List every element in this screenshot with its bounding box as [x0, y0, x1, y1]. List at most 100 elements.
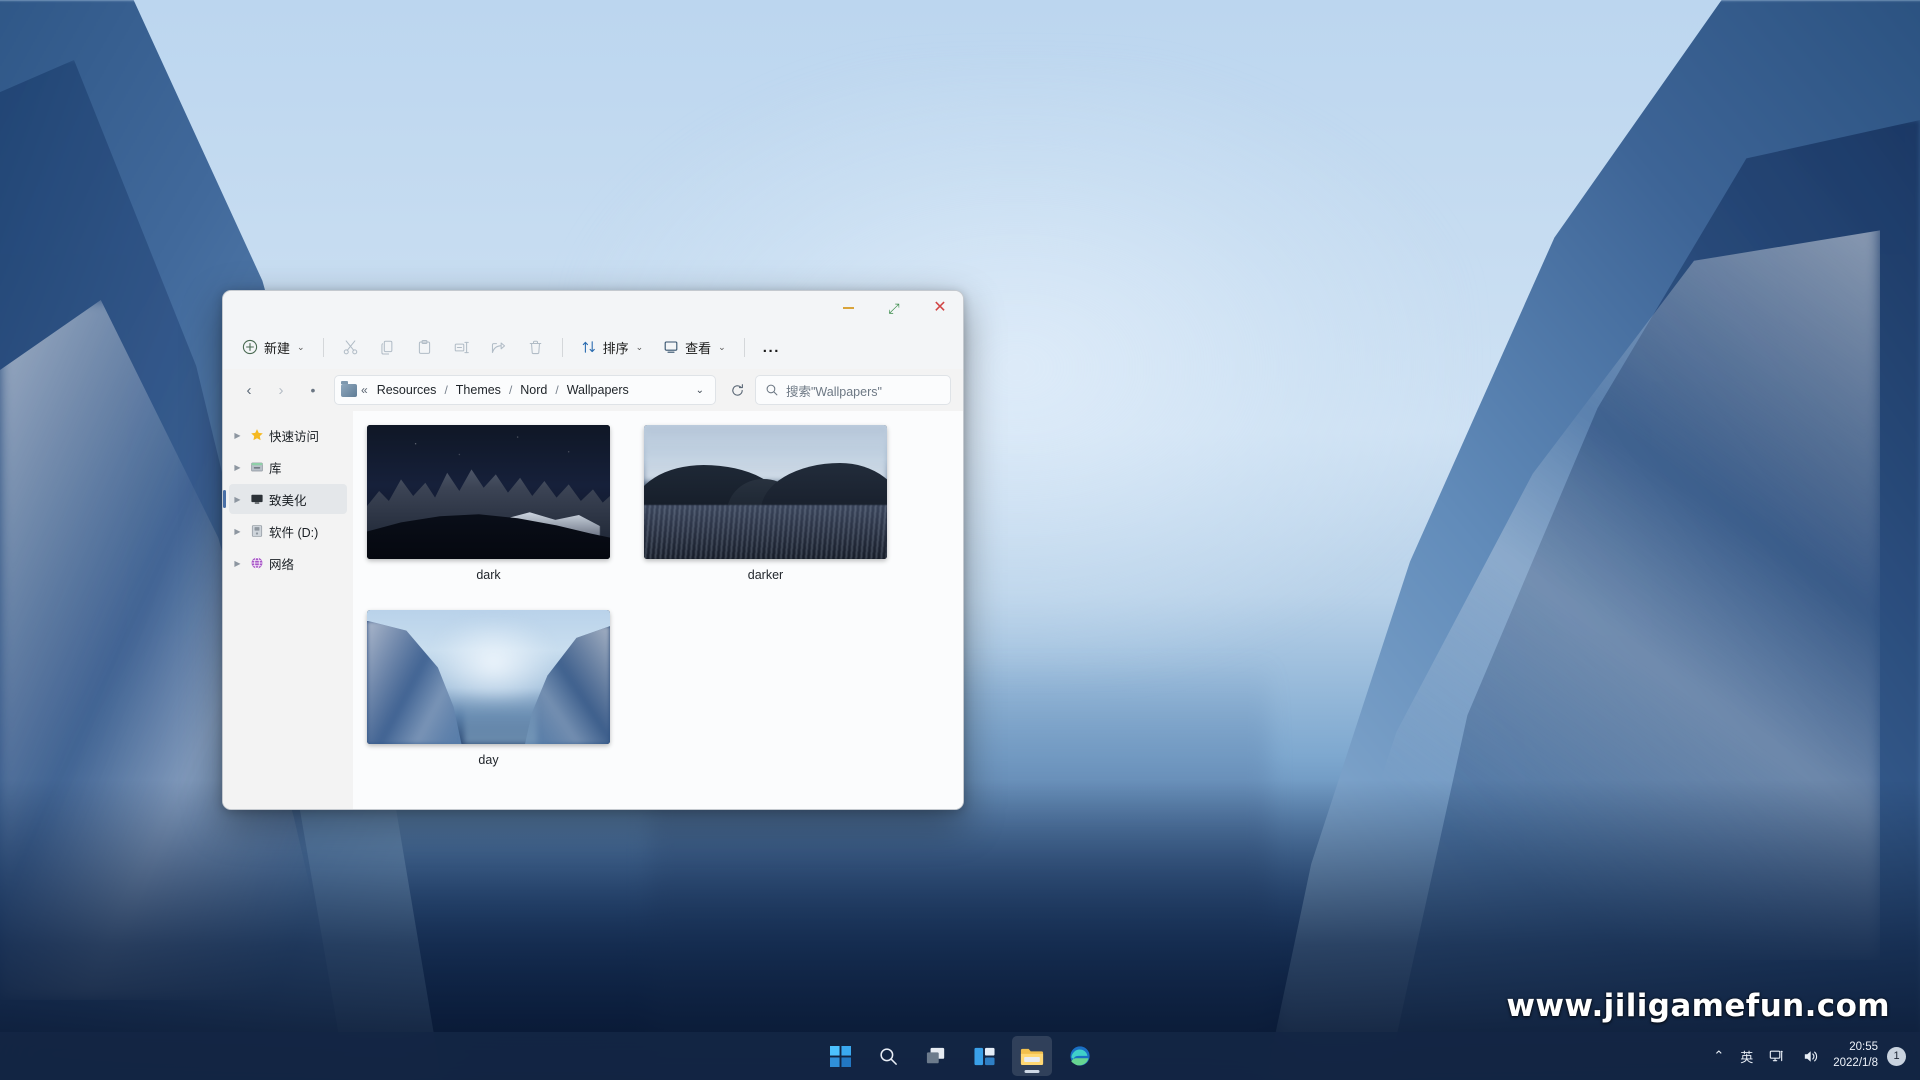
- network-globe-icon: [249, 556, 264, 571]
- up-button[interactable]: •: [299, 376, 327, 404]
- sort-button[interactable]: 排序 ⌄: [572, 331, 653, 363]
- search-button[interactable]: [868, 1036, 908, 1076]
- thumbnail-art-dark: [367, 425, 610, 559]
- file-name-label: darker: [747, 568, 784, 582]
- sidebar-item-quick-access[interactable]: ▶ 快速访问: [229, 420, 347, 450]
- view-button[interactable]: 查看 ⌄: [654, 331, 735, 363]
- toolbar-divider-2: [561, 337, 563, 357]
- refresh-button[interactable]: [723, 376, 751, 404]
- file-item-day[interactable]: day: [367, 610, 610, 767]
- notification-badge[interactable]: 1: [1887, 1046, 1906, 1066]
- command-toolbar[interactable]: 新建 ⌄ 排序 ⌄ 查看 ⌄ ...: [223, 325, 963, 369]
- volume-icon: [1805, 1050, 1818, 1062]
- breadcrumb-item-wallpapers[interactable]: Wallpapers: [562, 381, 634, 399]
- forward-button[interactable]: ›: [267, 376, 295, 404]
- grass-field: [644, 505, 887, 559]
- file-thumbnail: [644, 425, 887, 559]
- chevron-right-icon[interactable]: ▶: [231, 495, 244, 504]
- network-button[interactable]: [1761, 1036, 1794, 1076]
- breadcrumb-bar[interactable]: « Resources / Themes / Nord / Wallpapers…: [334, 375, 716, 405]
- clock-time: 20:55: [1849, 1041, 1878, 1054]
- paste-button[interactable]: [407, 331, 442, 363]
- breadcrumb-separator: /: [555, 383, 559, 397]
- task-view-icon: [926, 1047, 945, 1064]
- back-button[interactable]: ‹: [235, 376, 263, 404]
- star-icon: [249, 428, 264, 443]
- valley-mist: [435, 620, 552, 704]
- clock-button[interactable]: 20:55 2022/1/8: [1827, 1040, 1887, 1072]
- breadcrumb-item-resources[interactable]: Resources: [372, 381, 442, 399]
- file-item-dark[interactable]: dark: [367, 425, 610, 582]
- sidebar-item-library[interactable]: ▶ 库: [229, 452, 347, 482]
- chevron-up-icon: ⌃: [1713, 1048, 1725, 1063]
- refresh-icon: [731, 383, 743, 396]
- delete-button[interactable]: [518, 331, 553, 363]
- chevron-down-icon: ⌄: [718, 341, 726, 352]
- file-name-label: day: [478, 753, 499, 767]
- breadcrumb-overflow-icon[interactable]: «: [359, 383, 370, 397]
- ime-label: 英: [1740, 1049, 1754, 1065]
- address-bar-row[interactable]: ‹ › • « Resources / Themes / Nord / Wall…: [223, 369, 963, 411]
- copy-button[interactable]: [370, 331, 405, 363]
- chevron-right-icon[interactable]: ▶: [231, 559, 244, 568]
- taskbar[interactable]: ⌃ 英 20:55 2022/1/8 1: [0, 1032, 1920, 1080]
- search-box[interactable]: 搜索"Wallpapers": [755, 375, 951, 405]
- start-button[interactable]: [820, 1036, 860, 1076]
- monitor-view-icon: [663, 339, 679, 355]
- file-thumbnail: [367, 425, 610, 559]
- folder-icon: [1020, 1048, 1044, 1065]
- edge-button[interactable]: [1060, 1036, 1100, 1076]
- sort-button-label: 排序: [602, 340, 629, 356]
- navigation-pane[interactable]: ▶ 快速访问 ▶ 库 ▶ 致美化 ▶ 软件 (D:) ▶ 网络: [223, 411, 353, 809]
- share-button[interactable]: [481, 331, 516, 363]
- ellipsis-icon: ...: [762, 338, 780, 356]
- cut-button[interactable]: [333, 331, 368, 363]
- chevron-right-icon[interactable]: ▶: [231, 431, 244, 440]
- rename-button[interactable]: [444, 331, 479, 363]
- widgets-button[interactable]: [964, 1036, 1004, 1076]
- task-view-button[interactable]: [916, 1036, 956, 1076]
- window-title-bar[interactable]: ⤢ ✕: [223, 291, 963, 325]
- taskbar-apps: [820, 1036, 1100, 1076]
- close-button[interactable]: ✕: [917, 291, 963, 325]
- clock-date: 2022/1/8: [1833, 1057, 1878, 1069]
- breadcrumb-item-themes[interactable]: Themes: [451, 381, 506, 399]
- ime-indicator[interactable]: 英: [1732, 1036, 1761, 1076]
- sidebar-item-label: 网络: [269, 557, 295, 572]
- up-icon: •: [310, 382, 316, 398]
- breadcrumb-dropdown-icon[interactable]: ⌄: [691, 385, 709, 396]
- chevron-right-icon[interactable]: ▶: [231, 527, 244, 536]
- tray-expand-button[interactable]: ⌃: [1705, 1036, 1732, 1076]
- edge-icon: [1070, 1046, 1090, 1066]
- toolbar-divider: [322, 337, 324, 357]
- volume-button[interactable]: [1794, 1036, 1827, 1076]
- breadcrumb-separator: /: [444, 383, 448, 397]
- sort-arrows-icon: [581, 339, 597, 355]
- maximize-button[interactable]: ⤢: [871, 291, 917, 325]
- new-button[interactable]: 新建 ⌄: [233, 331, 314, 363]
- thumbnail-art-day: [367, 610, 610, 744]
- sidebar-item-software-d[interactable]: ▶ 软件 (D:): [229, 516, 347, 546]
- chevron-down-icon: ⌄: [297, 341, 305, 352]
- sidebar-item-label: 软件 (D:): [269, 525, 319, 540]
- rename-icon: [453, 339, 470, 356]
- file-explorer-button[interactable]: [1012, 1036, 1052, 1076]
- chevron-right-icon[interactable]: ▶: [231, 463, 244, 472]
- minimize-icon: [842, 307, 854, 309]
- breadcrumb-item-nord[interactable]: Nord: [515, 381, 552, 399]
- folder-icon: [341, 380, 357, 397]
- minimize-button[interactable]: [825, 291, 871, 325]
- system-tray[interactable]: ⌃ 英 20:55 2022/1/8 1: [1705, 1032, 1910, 1080]
- more-options-button[interactable]: ...: [754, 331, 789, 363]
- sidebar-item-network[interactable]: ▶ 网络: [229, 548, 347, 578]
- copy-icon: [379, 339, 396, 356]
- breadcrumb-separator: /: [508, 383, 513, 397]
- file-item-darker[interactable]: darker: [644, 425, 887, 582]
- file-list-pane[interactable]: dark darker day: [353, 411, 963, 809]
- view-button-label: 查看: [685, 340, 712, 356]
- search-input[interactable]: 搜索"Wallpapers": [786, 381, 882, 400]
- close-icon: ✕: [933, 299, 947, 316]
- file-explorer-window[interactable]: ⤢ ✕ 新建 ⌄ 排序 ⌄ 查看 ⌄ ... ‹ › • « Resources…: [222, 290, 964, 810]
- sidebar-item-zhimeihua[interactable]: ▶ 致美化: [223, 484, 347, 514]
- maximize-icon: ⤢: [888, 300, 900, 316]
